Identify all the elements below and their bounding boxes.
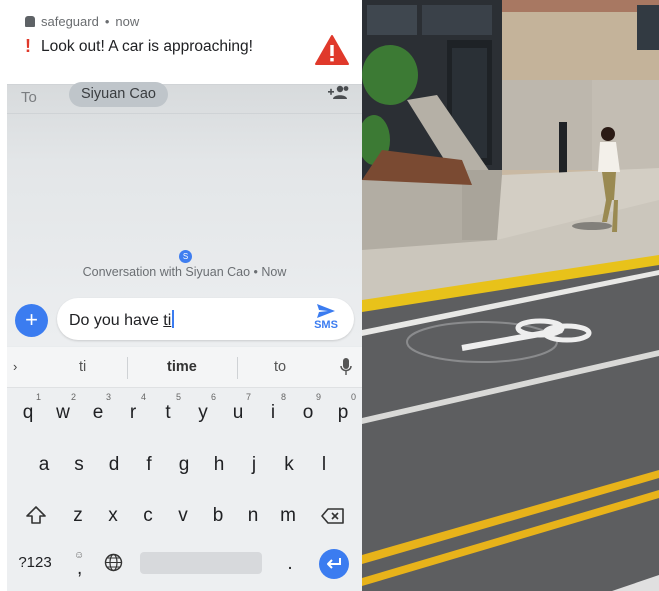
key-n[interactable]: n xyxy=(238,505,268,527)
street-scene-image xyxy=(362,0,659,591)
contact-avatar: S xyxy=(179,250,192,263)
key-hint: 6 xyxy=(210,392,216,402)
key-b[interactable]: b xyxy=(203,505,233,527)
key-p[interactable]: 0p xyxy=(328,392,358,424)
compose-bar: + Do you have ti SMS xyxy=(7,293,362,347)
notification-body: ! Look out! A car is approaching! xyxy=(25,36,253,57)
street-camera-view xyxy=(362,0,659,591)
key-t[interactable]: 5t xyxy=(153,392,183,424)
key-label: p xyxy=(337,402,349,423)
chevron-right-icon[interactable]: › xyxy=(13,359,17,374)
key-hint: 7 xyxy=(245,392,251,402)
backspace-icon[interactable] xyxy=(321,507,345,525)
key-v[interactable]: v xyxy=(168,505,198,527)
add-people-icon[interactable] xyxy=(328,84,350,100)
key-u[interactable]: 7u xyxy=(223,392,253,424)
key-hint: 2 xyxy=(70,392,76,402)
heads-up-notification[interactable]: safeguard • now ! Look out! A car is app… xyxy=(7,0,362,85)
notification-message: Look out! A car is approaching! xyxy=(41,37,253,55)
key-h[interactable]: h xyxy=(204,454,234,476)
microphone-icon[interactable] xyxy=(340,357,352,377)
enter-arrow-icon xyxy=(327,558,341,569)
notification-app-name: safeguard xyxy=(41,14,99,29)
key-r[interactable]: 4r xyxy=(118,392,148,424)
key-c[interactable]: c xyxy=(133,505,163,527)
comma-label: , xyxy=(77,558,83,579)
key-x[interactable]: x xyxy=(98,505,128,527)
send-label: SMS xyxy=(314,319,338,331)
key-i[interactable]: 8i xyxy=(258,392,288,424)
recipient-chip[interactable]: Siyuan Cao xyxy=(69,82,168,107)
key-label: t xyxy=(165,402,171,423)
notification-header: safeguard • now xyxy=(25,14,139,29)
key-f[interactable]: f xyxy=(134,454,164,476)
message-input[interactable]: Do you have ti SMS xyxy=(57,298,354,340)
space-bar[interactable] xyxy=(140,552,262,574)
key-hint: 5 xyxy=(175,392,181,402)
key-hint: 8 xyxy=(280,392,286,402)
exclamation-icon: ! xyxy=(25,36,31,56)
attach-plus-button[interactable]: + xyxy=(15,304,48,337)
key-label: w xyxy=(56,402,70,423)
suggestion-divider xyxy=(237,357,238,379)
key-j[interactable]: j xyxy=(239,454,269,476)
send-sms-button[interactable]: SMS xyxy=(310,303,342,331)
key-g[interactable]: g xyxy=(169,454,199,476)
key-label: o xyxy=(302,402,314,423)
header-divider xyxy=(7,113,362,114)
key-s[interactable]: s xyxy=(64,454,94,476)
notification-time: now xyxy=(115,14,140,29)
warning-triangle-icon xyxy=(315,35,349,65)
suggestion-divider xyxy=(127,357,128,379)
composing-word: ti xyxy=(163,312,172,329)
app-icon xyxy=(25,16,35,27)
text-cursor xyxy=(172,310,174,328)
suggestion-1[interactable]: ti xyxy=(79,359,86,375)
key-hint: 0 xyxy=(350,392,356,402)
key-z[interactable]: z xyxy=(63,505,93,527)
key-hint: 3 xyxy=(105,392,111,402)
key-q[interactable]: 1q xyxy=(13,392,43,424)
suggestion-3[interactable]: to xyxy=(274,359,286,375)
key-hint: 9 xyxy=(315,392,321,402)
recipient-row: To Siyuan Cao xyxy=(7,82,362,114)
key-label: e xyxy=(92,402,104,423)
key-label: i xyxy=(270,402,276,423)
key-a[interactable]: a xyxy=(29,454,59,476)
key-hint: 1 xyxy=(35,392,41,402)
suggestion-2[interactable]: time xyxy=(167,359,197,375)
notification-separator: • xyxy=(104,14,110,29)
key-d[interactable]: d xyxy=(99,454,129,476)
typed-text: Do you have xyxy=(69,312,164,329)
key-l[interactable]: l xyxy=(309,454,339,476)
key-k[interactable]: k xyxy=(274,454,304,476)
conversation-label: Conversation with Siyuan Cao • Now xyxy=(82,265,287,279)
enter-button[interactable] xyxy=(319,549,349,579)
suggestion-strip: › ti time to xyxy=(7,347,362,388)
key-label: u xyxy=(232,402,244,423)
key-label: y xyxy=(198,402,208,423)
key-o[interactable]: 9o xyxy=(293,392,323,424)
key-hint: 4 xyxy=(140,392,146,402)
shift-icon[interactable] xyxy=(25,505,47,525)
keyboard: › ti time to 1q2w3e4r5t6y7u8i9o0p asdfgh… xyxy=(7,347,362,591)
key-w[interactable]: 2w xyxy=(48,392,78,424)
to-label: To xyxy=(21,89,37,106)
key-label: r xyxy=(129,402,137,423)
period-key[interactable]: . xyxy=(275,553,305,575)
symbols-key[interactable]: ?123 xyxy=(15,554,55,571)
screen: safeguard • now ! Look out! A car is app… xyxy=(0,0,659,591)
key-y[interactable]: 6y xyxy=(188,392,218,424)
send-icon xyxy=(317,304,335,318)
key-m[interactable]: m xyxy=(273,505,303,527)
key-e[interactable]: 3e xyxy=(83,392,113,424)
key-label: q xyxy=(22,402,34,423)
message-text: Do you have ti xyxy=(69,310,174,330)
phone-panel: safeguard • now ! Look out! A car is app… xyxy=(7,0,362,591)
globe-icon[interactable] xyxy=(104,553,123,572)
